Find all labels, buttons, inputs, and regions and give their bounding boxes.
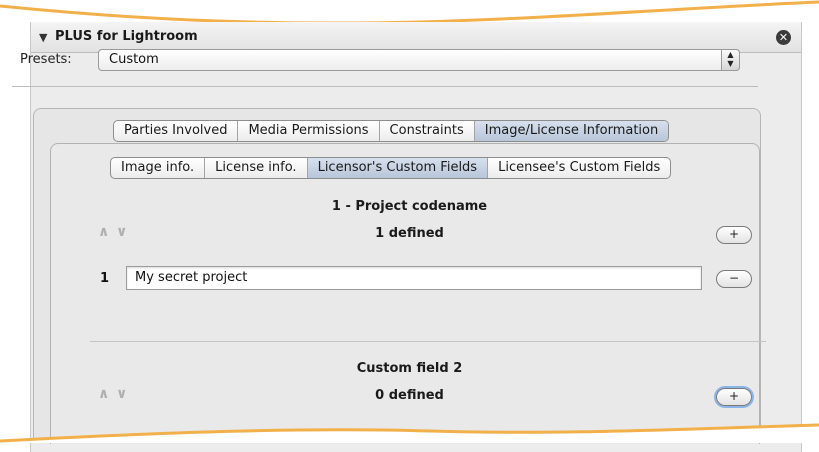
presets-select[interactable]: Custom ▲ ▼ [98, 49, 740, 71]
entry-value-field[interactable] [126, 266, 702, 290]
entry-index: 1 [100, 271, 110, 286]
divider [12, 86, 758, 87]
section-divider [90, 341, 766, 342]
panel-title: PLUS for Lightroom [55, 29, 198, 44]
presets-label: Presets: [20, 52, 72, 67]
presets-value: Custom [109, 52, 159, 67]
tab-image-info[interactable]: Image info. [111, 158, 206, 178]
main-tabbar: Parties Involved Media Permissions Const… [113, 120, 670, 142]
bottom-torn-edge [0, 423, 819, 443]
tab-licensee-custom-fields[interactable]: Licensee's Custom Fields [488, 158, 670, 178]
field-title: Custom field 2 [356, 361, 463, 376]
select-stepper-icon[interactable]: ▲ ▼ [721, 49, 740, 71]
remove-value-button[interactable]: − [716, 270, 752, 288]
disclosure-triangle-icon[interactable]: ▼ [39, 31, 47, 44]
tab-constraints[interactable]: Constraints [380, 121, 475, 141]
field-count: 1 defined [375, 226, 444, 241]
close-icon[interactable]: ✕ [776, 30, 791, 45]
field-title: 1 - Project codename [331, 199, 488, 214]
tab-image-license-information[interactable]: Image/License Information [474, 121, 669, 141]
sub-tabbar: Image info. License info. Licensor's Cus… [110, 157, 672, 179]
add-value-button[interactable]: + [716, 226, 752, 244]
tab-licensor-custom-fields[interactable]: Licensor's Custom Fields [307, 158, 489, 178]
add-value-button[interactable]: + [716, 388, 752, 406]
tab-parties-involved[interactable]: Parties Involved [114, 121, 239, 141]
tab-license-info[interactable]: License info. [205, 158, 308, 178]
tab-media-permissions[interactable]: Media Permissions [238, 121, 380, 141]
field-count: 0 defined [375, 388, 444, 403]
entry-value-input[interactable] [127, 267, 695, 287]
